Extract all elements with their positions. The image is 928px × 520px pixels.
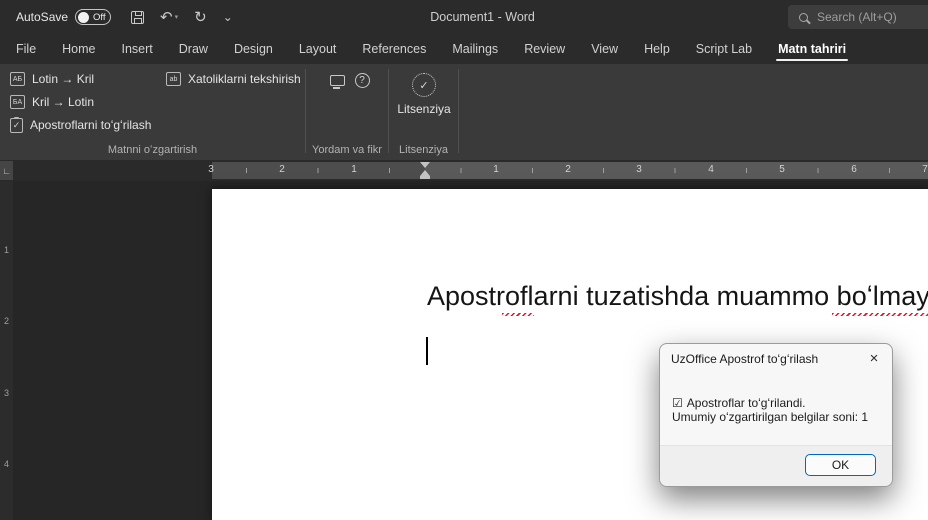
chevron-down-icon: ▾ xyxy=(175,13,179,21)
cyrillic-to-latin-button[interactable]: БA Kril → Lotin xyxy=(6,91,98,113)
save-icon[interactable] xyxy=(131,11,144,24)
group-label-help-feedback: Yordam va fikr xyxy=(306,144,388,156)
check-icon: ✓ xyxy=(419,79,428,92)
ruler-number: 1 xyxy=(0,245,13,255)
ruler-number: 2 xyxy=(0,316,13,326)
feedback-icon xyxy=(330,75,345,86)
undo-icon: ↶ xyxy=(160,8,173,26)
tab-home[interactable]: Home xyxy=(49,34,108,64)
ruler-number: 3 xyxy=(205,164,217,175)
license-badge-icon: ✓ xyxy=(412,73,436,97)
autosave-toggle[interactable]: Off xyxy=(75,9,111,25)
autosave-state: Off xyxy=(93,12,106,23)
button-label: Lotin → Kril xyxy=(32,72,94,86)
tab-review[interactable]: Review xyxy=(511,34,578,64)
text-caret xyxy=(426,337,428,365)
latin-to-cyrillic-icon: AБ xyxy=(10,72,25,86)
spellcheck-squiggle xyxy=(502,313,534,316)
tab-help[interactable]: Help xyxy=(631,34,683,64)
tab-references[interactable]: References xyxy=(349,34,439,64)
check-errors-button[interactable]: ab Xatoliklarni tekshirish xyxy=(162,68,305,90)
tab-matn-tahriri[interactable]: Matn tahriri xyxy=(765,34,859,64)
undo-button[interactable]: ↶ ▾ xyxy=(160,8,178,26)
button-label: Kril → Lotin xyxy=(32,95,94,109)
search-icon xyxy=(799,13,808,22)
ruler-number: 6 xyxy=(848,164,860,175)
left-indent-marker[interactable] xyxy=(420,176,430,179)
fix-apostrophes-button[interactable]: ✓ Apostroflarni toʻgʻrilash xyxy=(6,114,155,136)
redo-button[interactable]: ↻ xyxy=(194,8,207,26)
vertical-ruler: 1 2 3 4 xyxy=(0,181,13,520)
group-separator xyxy=(388,69,389,153)
ruler-number: 5 xyxy=(776,164,788,175)
spellcheck-icon: ab xyxy=(166,72,181,86)
search-box[interactable]: Search (Alt+Q) xyxy=(788,5,928,29)
ribbon-tabs: File Home Insert Draw Design Layout Refe… xyxy=(0,34,928,64)
apostrophe-dialog: UzOffice Apostrof toʻgʻrilash × ☑ Apostr… xyxy=(659,343,893,487)
toggle-knob-icon xyxy=(78,12,89,23)
quick-access-toolbar: ↶ ▾ ↻ ⌄ xyxy=(131,8,233,26)
horizontal-ruler: ∟ 3 2 1 1 2 3 4 5 6 7 xyxy=(0,160,928,181)
document-title: Document1 - Word xyxy=(430,0,535,34)
license-button[interactable]: ✓ Litsenziya xyxy=(392,73,456,116)
titlebar: AutoSave Off ↶ ▾ ↻ ⌄ Document1 - Word Se… xyxy=(0,0,928,34)
clipboard-check-icon: ✓ xyxy=(10,118,23,133)
tab-design[interactable]: Design xyxy=(221,34,286,64)
ruler-number: 3 xyxy=(0,388,13,398)
button-label: Xatoliklarni tekshirish xyxy=(188,72,301,86)
ruler-number: 3 xyxy=(633,164,645,175)
customize-toolbar-icon[interactable]: ⌄ xyxy=(223,10,233,24)
close-icon: × xyxy=(870,350,879,367)
feedback-button[interactable] xyxy=(325,68,349,92)
ruler-number: 7 xyxy=(919,164,928,175)
dialog-close-button[interactable]: × xyxy=(858,346,890,370)
dialog-message-line2: Umumiy oʻzgartirilgan belgilar soni: 1 xyxy=(672,410,868,424)
dialog-title: UzOffice Apostrof toʻgʻrilash xyxy=(671,352,818,366)
dialog-message-text: Apostroflar toʻgʻrilandi. xyxy=(687,396,806,410)
group-separator xyxy=(458,69,459,153)
ruler-number: 4 xyxy=(705,164,717,175)
autosave-label: AutoSave xyxy=(16,10,68,24)
tab-draw[interactable]: Draw xyxy=(166,34,221,64)
tab-file[interactable]: File xyxy=(3,34,49,64)
latin-to-cyrillic-button[interactable]: AБ Lotin → Kril xyxy=(6,68,98,90)
spellcheck-squiggle xyxy=(832,313,928,316)
ruler-number: 4 xyxy=(0,459,13,469)
ruler-number: 2 xyxy=(562,164,574,175)
ribbon: AБ Lotin → Kril БA Kril → Lotin ✓ Apostr… xyxy=(0,64,928,160)
search-placeholder: Search (Alt+Q) xyxy=(817,10,897,24)
help-button[interactable]: ? xyxy=(350,68,374,92)
ok-button[interactable]: OK xyxy=(805,454,876,476)
tab-layout[interactable]: Layout xyxy=(286,34,350,64)
ruler-number: 1 xyxy=(348,164,360,175)
button-label: Apostroflarni toʻgʻrilash xyxy=(30,118,151,132)
group-label-text-change: Matnni oʻzgartirish xyxy=(0,144,305,156)
autosave-control[interactable]: AutoSave Off xyxy=(16,9,111,25)
question-icon: ? xyxy=(355,73,370,88)
tab-mailings[interactable]: Mailings xyxy=(439,34,511,64)
checkbox-checked-icon: ☑ xyxy=(672,396,683,410)
license-button-label: Litsenziya xyxy=(397,102,450,116)
group-separator xyxy=(305,69,306,153)
tab-view[interactable]: View xyxy=(578,34,631,64)
tab-insert[interactable]: Insert xyxy=(109,34,166,64)
first-line-indent-marker[interactable] xyxy=(420,162,430,168)
document-heading: Apostroflarni tuzatishda muammo boʻlmayd… xyxy=(427,281,928,312)
redo-icon: ↻ xyxy=(194,8,207,26)
tab-selector-button[interactable]: ∟ xyxy=(0,161,13,180)
ruler-number: 2 xyxy=(276,164,288,175)
ruler-number: 1 xyxy=(490,164,502,175)
word-window: AutoSave Off ↶ ▾ ↻ ⌄ Document1 - Word Se… xyxy=(0,0,928,520)
cyrillic-to-latin-icon: БA xyxy=(10,95,25,109)
tab-script-lab[interactable]: Script Lab xyxy=(683,34,765,64)
group-label-license: Litsenziya xyxy=(389,144,458,156)
tab-stop-icon: ∟ xyxy=(2,166,11,176)
dialog-message-line1: ☑ Apostroflar toʻgʻrilandi. xyxy=(672,396,806,410)
